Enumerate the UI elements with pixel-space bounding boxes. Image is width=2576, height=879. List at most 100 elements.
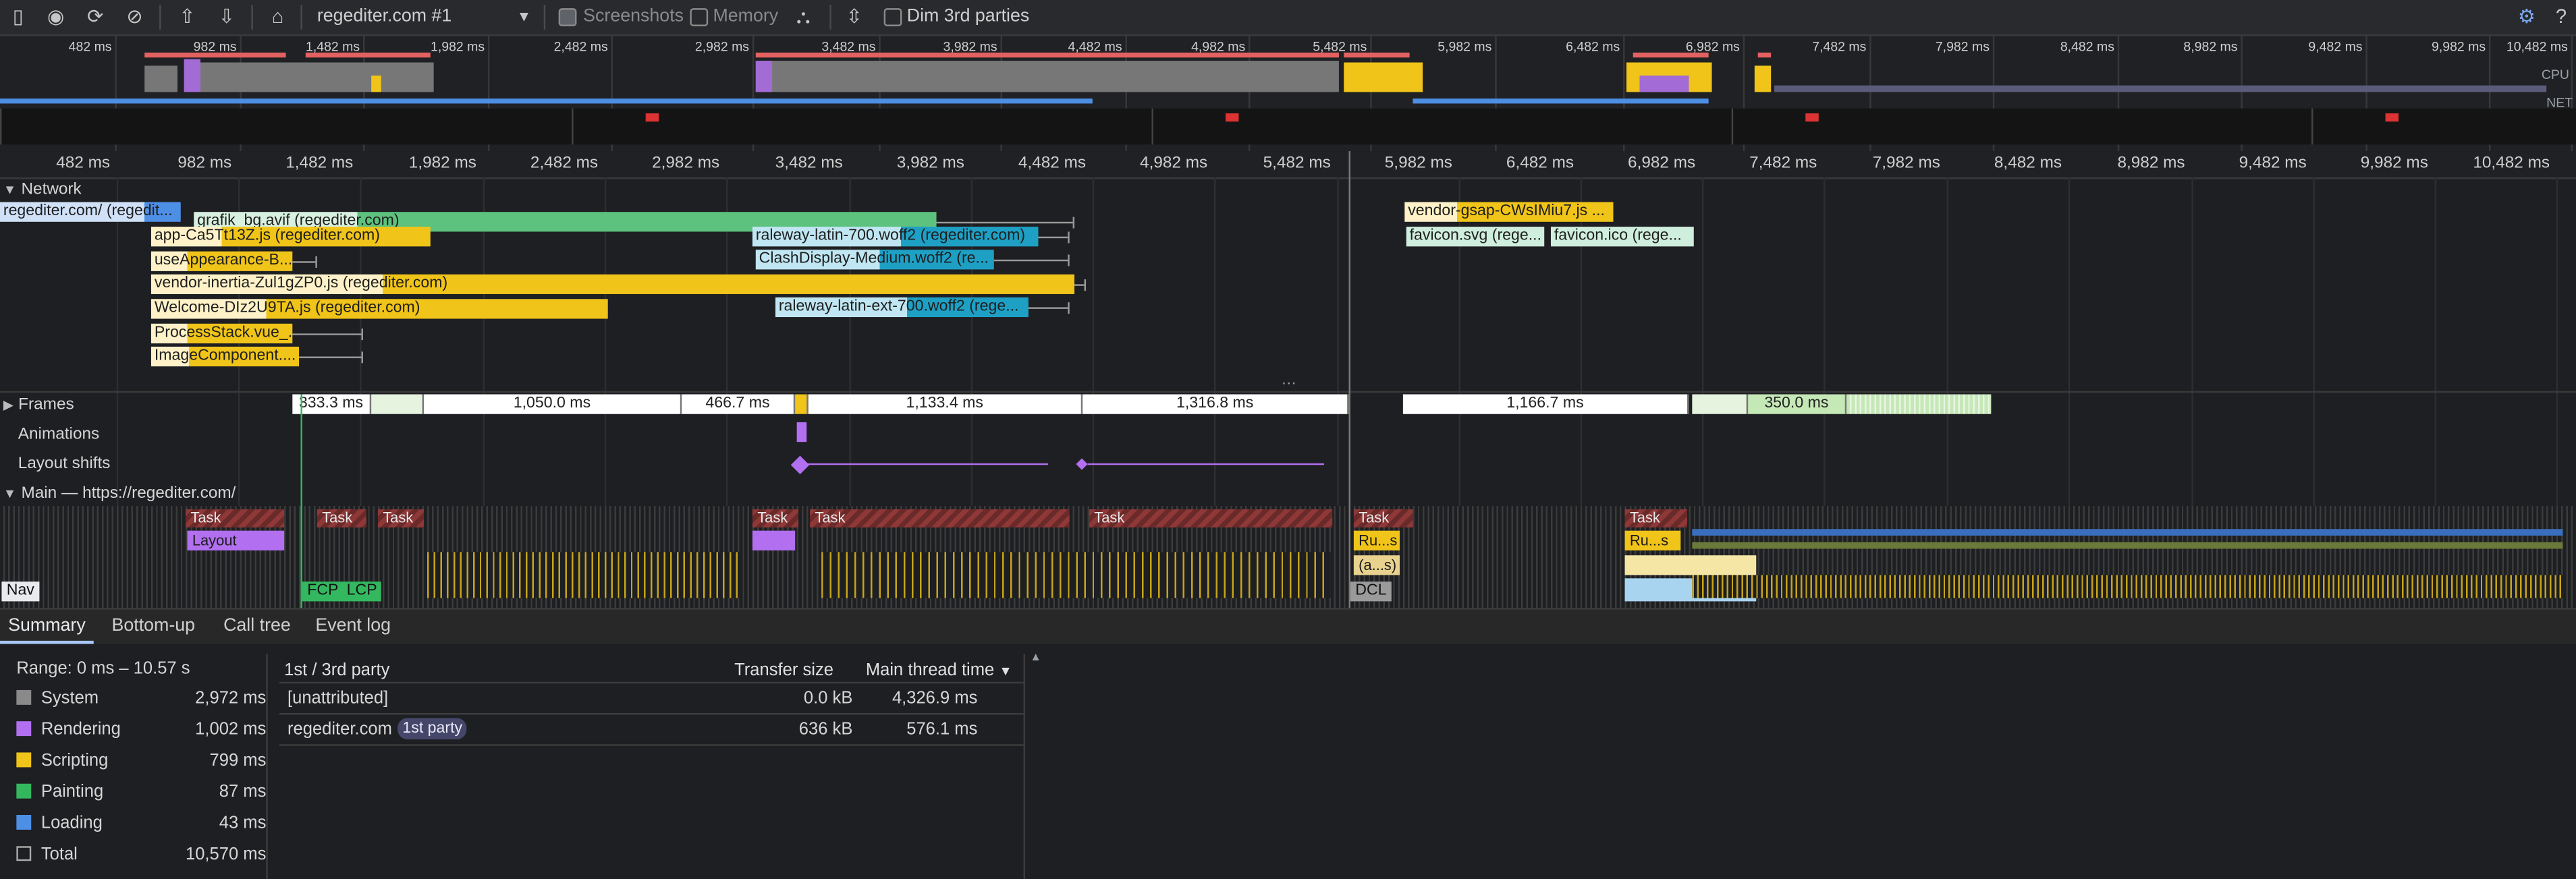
gear-icon[interactable]: ⚙ [2515,5,2538,28]
frames-track-label: Frames [18,395,74,414]
table-header-divider [279,681,1024,684]
task-block[interactable]: Task [317,509,366,528]
activity-stripe [821,552,1331,598]
network-request-bar[interactable]: vendor-gsap-CWsIMiu7.js ... [1404,202,1614,222]
task-block[interactable]: Task [1624,509,1688,528]
task-block[interactable]: Task [1089,509,1333,528]
request-wait-whisker-end [315,256,317,268]
party-name[interactable]: regediter.com [287,720,392,739]
frame-cell[interactable] [1692,394,1749,414]
category-value: 1,002 ms [195,719,267,739]
run-microtasks-block[interactable]: Ru...s [1624,530,1681,550]
network-request-bar[interactable]: ProcessStack.vue_... [150,323,293,344]
network-request-bar[interactable]: Welcome-DIz2U9TA.js (regediter.com) [150,299,608,319]
task-block[interactable]: Task [752,509,799,528]
broom-icon[interactable]: ⛬ [792,5,815,28]
task-block[interactable]: Task [186,509,285,528]
request-wait-whisker [936,221,1073,224]
nav-marker[interactable]: Nav [1,582,40,602]
main-track-header[interactable]: ▼ Main — https://regediter.com/ [3,484,236,503]
category-value: 10,570 ms [185,844,267,865]
divider [0,391,2576,393]
network-request-bar[interactable]: ImageComponent.... [150,346,300,367]
tab-call-tree[interactable]: Call tree [223,616,291,635]
screenshot-frame[interactable] [1731,108,2312,145]
frame-cell[interactable]: 333.3 ms [292,394,372,414]
frame-cell[interactable]: 350.0 ms [1748,394,1847,414]
memory-checkbox[interactable] [690,8,709,26]
upload-icon[interactable]: ⇧ [175,5,198,28]
animation-event[interactable] [796,422,807,443]
screenshot-frame[interactable] [2311,108,2576,145]
main-track-label: Main — https://regediter.com/ [21,484,236,503]
ruler-tick-label: 6,482 ms [1506,154,1574,173]
tab-event-log[interactable]: Event log [315,616,391,635]
animations-track-label: Animations [18,425,100,444]
frame-cell[interactable]: 1,316.8 ms [1083,394,1349,414]
layout-block[interactable] [752,530,796,550]
scroll-up-icon[interactable]: ▲ [1030,652,1041,664]
network-request-bar[interactable]: favicon.ico (rege... [1550,227,1694,247]
category-name: Painting [40,782,104,802]
network-track-header[interactable]: ▼ Network [3,181,82,199]
fcp-marker[interactable]: FCP [302,582,344,602]
profile-select[interactable]: regediter.com #1 [317,7,451,26]
request-wait-whisker-end [1072,217,1075,229]
screenshot-frame[interactable] [1151,108,1732,145]
col-main-thread-header[interactable]: Main thread time ▼ [866,660,1012,680]
download-icon[interactable]: ⇩ [215,5,238,28]
request-wait-whisker [292,333,362,335]
anonymous-function-block[interactable]: (a...s) [1353,555,1400,575]
col-transfer-header[interactable]: Transfer size [734,660,833,680]
details-tabs: Summary Bottom-up Call tree Event log [0,608,2576,646]
screenshots-checkbox[interactable] [558,8,577,26]
task-block[interactable]: Task [377,509,424,528]
network-request-bar[interactable]: app-Ca5Tt13Z.js (regediter.com) [150,227,431,247]
lcp-marker[interactable]: LCP [341,582,382,602]
cpu-activity [1754,65,1772,92]
frame-strip[interactable] [1846,394,1992,414]
frame-cell[interactable]: 1,133.4 ms [808,394,1083,414]
task-block[interactable]: Task [1353,509,1413,528]
party-name[interactable]: [unattributed] [287,688,388,708]
home-icon[interactable]: ⌂ [266,5,289,28]
layout-shift-marker[interactable] [1076,458,1088,470]
frame-cell[interactable] [795,394,809,414]
network-request-bar[interactable]: useAppearance-B... [150,251,293,271]
summary-category-row: Total 10,570 ms [16,845,266,864]
dim-third-parties-checkbox[interactable] [883,8,902,26]
screenshot-frame[interactable] [572,108,1152,145]
overview-tick-label: 1,982 ms [431,39,485,55]
clear-icon[interactable]: ⊘ [124,5,146,28]
frame-cell[interactable]: 1,050.0 ms [424,394,682,414]
collapse-tracks-icon[interactable]: ⇳ [843,5,866,28]
script-block[interactable] [1624,555,1757,575]
network-request-bar[interactable]: vendor-inertia-Zul1gZP0.js (regediter.co… [150,274,1075,294]
record-icon[interactable]: ◉ [45,5,67,28]
tab-summary[interactable]: Summary [8,616,86,635]
frame-cell[interactable] [371,394,424,414]
activity-stripe [1692,575,2563,598]
network-request-bar[interactable]: regediter.com/ (regedit... [0,202,181,222]
ruler-tick-label: 10,482 ms [2473,154,2550,173]
run-microtasks-block[interactable]: Ru...s [1353,530,1400,550]
tab-bottom-up[interactable]: Bottom-up [112,616,196,635]
task-block[interactable]: Task [810,509,1070,528]
dcl-marker[interactable]: DCL [1350,582,1392,602]
screenshot-frame[interactable] [0,108,572,145]
frame-cell[interactable]: 1,166.7 ms [1402,394,1689,414]
col-party-header[interactable]: 1st / 3rd party [284,660,389,680]
reload-record-icon[interactable]: ⟳ [84,5,107,28]
layout-block[interactable]: Layout [187,530,285,550]
help-icon[interactable]: ? [2550,5,2573,28]
network-request-bar[interactable]: raleway-latin-ext-700.woff2 (rege... [775,297,1029,318]
long-task-indicator [1757,52,1772,58]
frames-track-header[interactable]: ▶ Frames [3,396,74,414]
sidebar-toggle-icon[interactable]: ▯ [7,5,30,28]
chevron-down-icon[interactable]: ▼ [513,5,536,28]
resize-handle[interactable]: ⋯ [1282,374,1296,393]
frame-cell[interactable]: 466.7 ms [682,394,796,414]
network-request-bar[interactable]: raleway-latin-700.woff2 (regediter.com) [752,227,1039,247]
network-request-bar[interactable]: ClashDisplay-Medium.woff2 (re... [755,250,994,270]
network-request-bar[interactable]: favicon.svg (rege... [1406,227,1545,247]
